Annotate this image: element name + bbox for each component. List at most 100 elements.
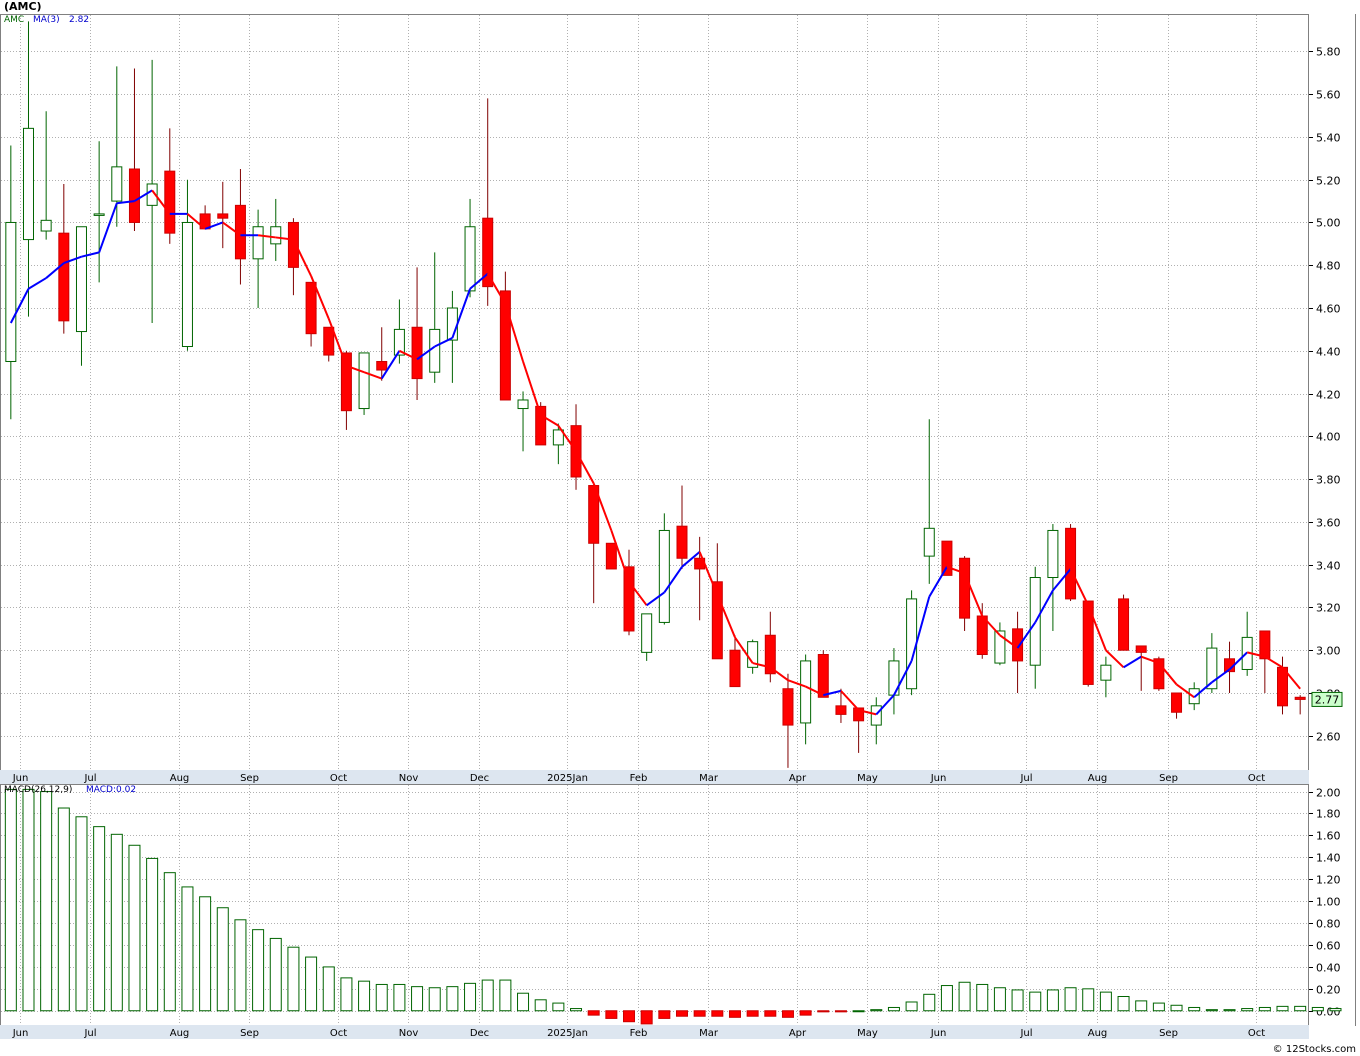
macd-bar — [746, 1010, 759, 1017]
macd-bar — [1311, 1006, 1324, 1012]
candle-body — [906, 598, 918, 690]
macd-month-label: Sep — [1159, 1028, 1178, 1039]
candle-body — [270, 226, 282, 245]
candle-body — [658, 529, 670, 623]
macd-bar — [446, 986, 459, 1012]
macd-bar — [570, 1008, 583, 1012]
price-month-label: Apr — [789, 773, 807, 784]
macd-y-label: 0.60 — [1316, 940, 1341, 953]
price-month-label: Mar — [699, 773, 719, 784]
macd-bar — [993, 987, 1006, 1012]
macd-bar — [552, 1002, 565, 1012]
stock-chart: Jun Jun Jul Jul Aug Aug Sep Sep Oct Oct Nov Nov Dec D… — [0, 14, 1360, 1039]
macd-bar — [464, 982, 477, 1012]
macd-y-label: 1.20 — [1316, 874, 1341, 887]
macd-bar — [958, 981, 971, 1012]
candle-body — [40, 219, 52, 232]
macd-bar — [4, 788, 17, 1012]
candle-body — [835, 705, 847, 715]
candle-body — [959, 557, 971, 619]
price-month-label: Feb — [630, 773, 648, 784]
candle-body — [923, 527, 935, 557]
macd-bar — [163, 872, 176, 1012]
macd-bar — [817, 1010, 830, 1013]
macd-bar — [57, 807, 70, 1012]
price-y-label: 4.60 — [1316, 303, 1341, 316]
macd-month-label: Dec — [470, 1028, 489, 1039]
candle-body — [111, 166, 123, 202]
macd-bar — [110, 833, 123, 1012]
macd-bar — [199, 896, 212, 1012]
price-y-label: 4.80 — [1316, 260, 1341, 273]
macd-bar — [181, 886, 194, 1012]
candle-body — [252, 226, 264, 260]
candle-body — [376, 360, 388, 371]
macd-bar — [499, 979, 512, 1012]
candle-body — [1135, 645, 1147, 653]
macd-bar — [1205, 1009, 1218, 1012]
price-y-label: 3.20 — [1316, 602, 1341, 615]
price-y-label: 5.60 — [1316, 89, 1341, 102]
macd-bar — [1082, 988, 1095, 1012]
macd-x-axis-band — [0, 1025, 1309, 1039]
macd-bar — [623, 1010, 636, 1023]
macd-bar — [640, 1010, 653, 1025]
macd-bar — [1152, 1002, 1165, 1012]
candle-body — [817, 654, 829, 698]
macd-bar — [711, 1010, 724, 1017]
price-month-label: Jun — [12, 773, 29, 784]
macd-month-label: Jul — [1019, 1028, 1032, 1039]
candle-body — [429, 328, 441, 373]
macd-bar — [287, 946, 300, 1012]
price-y-label: 3.40 — [1316, 560, 1341, 573]
legend-macd-value: MACD:0.02 — [86, 785, 137, 795]
macd-y-label: 0.40 — [1316, 962, 1341, 975]
macd-bar — [905, 1001, 918, 1012]
last-price-value: 2.77 — [1315, 693, 1340, 706]
candle-body — [605, 542, 617, 570]
candle-body — [1047, 529, 1059, 579]
macd-bar — [146, 857, 159, 1012]
macd-bar — [605, 1010, 618, 1019]
candle-body — [517, 399, 529, 410]
candle-body — [729, 649, 741, 688]
macd-bar — [1294, 1005, 1307, 1012]
macd-bar — [1170, 1004, 1183, 1012]
macd-month-label: Aug — [1088, 1028, 1108, 1039]
price-x-axis-band — [0, 770, 1309, 784]
macd-bar — [428, 987, 441, 1012]
macd-bar — [252, 929, 265, 1012]
candle-body — [305, 281, 317, 335]
macd-bar — [1117, 996, 1130, 1012]
macd-bar — [1223, 1009, 1236, 1012]
macd-month-label: Apr — [789, 1028, 807, 1039]
macd-bar — [587, 1010, 600, 1016]
candle-body — [5, 221, 17, 362]
macd-bar — [658, 1010, 671, 1019]
macd-y-label: 0.80 — [1316, 918, 1341, 931]
macd-bar — [764, 1010, 777, 1017]
candle-body — [58, 232, 70, 322]
candle-body — [1171, 692, 1183, 713]
macd-bar — [852, 1010, 865, 1013]
macd-y-label: 1.00 — [1316, 896, 1341, 909]
macd-bar — [1046, 989, 1059, 1012]
chart-title: (AMC) — [4, 0, 42, 13]
macd-bar — [940, 985, 953, 1012]
macd-bar — [534, 999, 547, 1012]
macd-bar — [340, 977, 353, 1012]
price-y-label: 5.40 — [1316, 132, 1341, 145]
candle-body — [976, 615, 988, 656]
macd-month-label: Oct — [1248, 1028, 1265, 1039]
macd-bar — [799, 1010, 812, 1016]
macd-month-label: Mar — [699, 1028, 719, 1039]
candle-body — [941, 540, 953, 576]
candle-body — [676, 525, 688, 559]
macd-y-label: 2.00 — [1316, 787, 1341, 800]
legend-macd-label: MACD(26,12,9) — [4, 785, 73, 795]
macd-bar — [1188, 1006, 1201, 1012]
price-month-label: Dec — [470, 773, 489, 784]
macd-bar — [269, 937, 282, 1012]
price-y-label: 5.80 — [1316, 46, 1341, 59]
macd-bar — [976, 983, 989, 1012]
